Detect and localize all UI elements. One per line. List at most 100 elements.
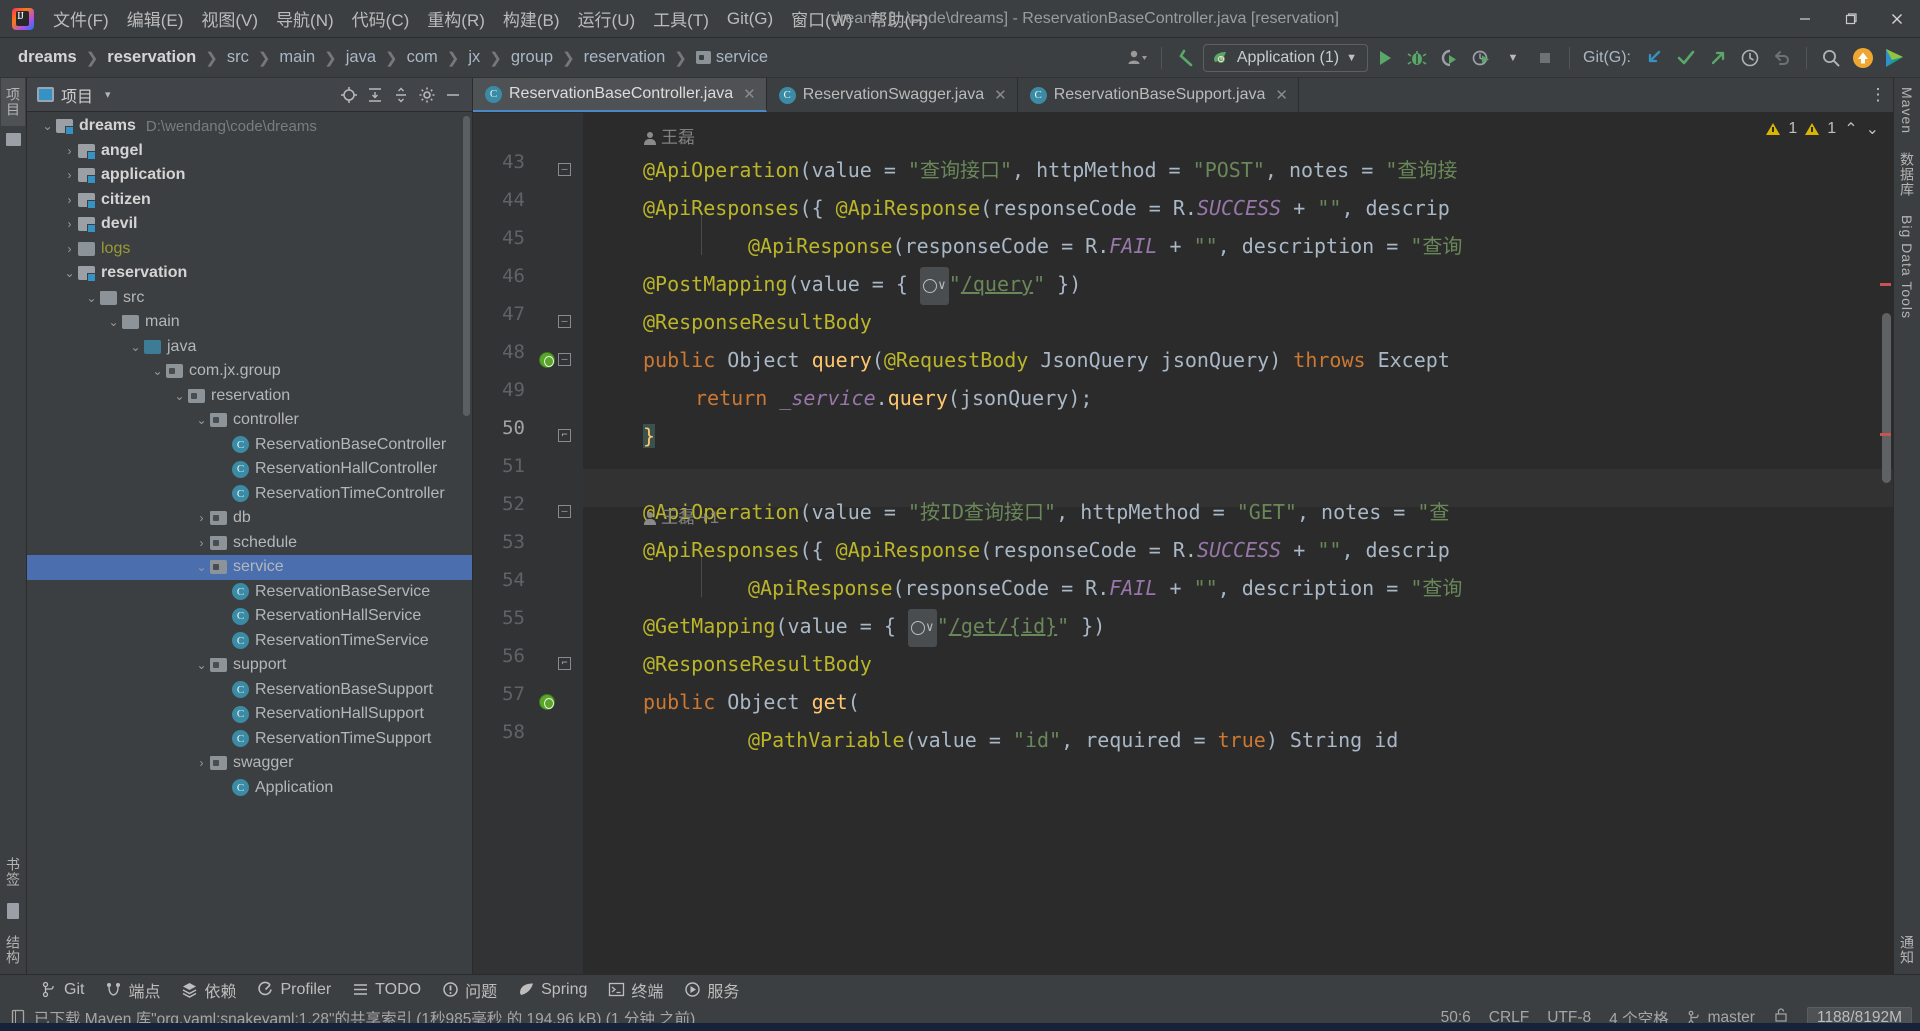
bookmark-icon[interactable] xyxy=(7,903,19,919)
expand-all-icon[interactable] xyxy=(362,83,388,107)
breadcrumb-main[interactable]: main xyxy=(275,46,319,69)
spring-endpoint-gutter-icon[interactable] xyxy=(539,694,555,710)
breadcrumb-java[interactable]: java xyxy=(342,46,380,69)
tree-node-reservationhallsupport[interactable]: C ReservationHallSupport xyxy=(27,702,472,727)
code-folding-toggle[interactable]: – xyxy=(558,505,571,518)
tree-node-application[interactable]: › application xyxy=(27,163,472,188)
tool-window-services[interactable]: 服务 xyxy=(675,975,748,1005)
menu-file[interactable]: 文件(F) xyxy=(44,3,118,34)
chevron-right-icon[interactable]: › xyxy=(61,217,78,231)
chevron-down-icon[interactable]: ⌄ xyxy=(127,340,144,354)
tool-window-tab-bigdatatools[interactable]: Big Data Tools xyxy=(1897,206,1917,328)
tree-node-swagger[interactable]: › swagger xyxy=(27,751,472,776)
tree-node-main[interactable]: ⌄ main xyxy=(27,310,472,335)
editor-tabs-more-icon[interactable]: ⋮ xyxy=(1863,78,1893,112)
tool-window-spring[interactable]: Spring xyxy=(509,978,596,1002)
web-endpoint-icon[interactable]: ∨ xyxy=(907,608,937,647)
run-icon[interactable] xyxy=(1370,44,1400,72)
breadcrumb-group[interactable]: group xyxy=(507,46,557,69)
chevron-down-icon[interactable]: ▼ xyxy=(1498,44,1528,72)
locate-icon[interactable] xyxy=(336,83,362,107)
breadcrumb-com[interactable]: com xyxy=(403,46,442,69)
chevron-right-icon[interactable]: › xyxy=(193,756,210,770)
next-problem-icon[interactable]: ⌄ xyxy=(1866,119,1879,139)
tree-node-devil[interactable]: › devil xyxy=(27,212,472,237)
chevron-down-icon[interactable]: ⌄ xyxy=(193,658,210,672)
profile-icon[interactable] xyxy=(1466,44,1496,72)
chevron-down-icon[interactable]: ⌄ xyxy=(193,560,210,574)
chevron-down-icon[interactable]: ⌄ xyxy=(39,119,56,133)
menu-window[interactable]: 窗口(W) xyxy=(782,3,861,34)
settings-gear-icon[interactable] xyxy=(414,83,440,107)
menu-code[interactable]: 代码(C) xyxy=(343,3,419,34)
hide-panel-icon[interactable] xyxy=(440,83,466,107)
code-folding-toggle[interactable]: – xyxy=(558,315,571,328)
chevron-down-icon[interactable]: ▾ xyxy=(105,88,111,101)
minimize-icon[interactable] xyxy=(1782,0,1828,38)
git-rollback-icon[interactable] xyxy=(1767,44,1797,72)
maximize-icon[interactable] xyxy=(1828,0,1874,38)
error-stripe-mark[interactable] xyxy=(1880,433,1891,436)
tool-window-problems[interactable]: 问题 xyxy=(433,975,506,1005)
tool-window-dependencies[interactable]: 依赖 xyxy=(172,975,245,1005)
tree-node-service[interactable]: ⌄ service xyxy=(27,555,472,580)
close-tab-icon[interactable]: ✕ xyxy=(1275,86,1288,104)
tree-node-reservation[interactable]: ⌄ reservation xyxy=(27,261,472,286)
editor-tab-reservationswagger[interactable]: C ReservationSwagger.java ✕ xyxy=(767,78,1018,112)
spring-endpoint-gutter-icon[interactable] xyxy=(539,352,555,368)
menu-run[interactable]: 运行(U) xyxy=(569,3,645,34)
error-stripe-mark[interactable] xyxy=(1880,283,1891,286)
menu-navigate[interactable]: 导航(N) xyxy=(267,3,343,34)
tool-window-tab-maven[interactable]: Maven xyxy=(1897,78,1917,143)
tool-window-tab-structure[interactable]: 结构 xyxy=(1,926,25,974)
tree-node-java[interactable]: ⌄ java xyxy=(27,335,472,360)
breadcrumb-reservation-pkg[interactable]: reservation xyxy=(580,46,670,69)
commit-icon[interactable] xyxy=(5,133,21,146)
git-update-icon[interactable] xyxy=(1639,44,1669,72)
breadcrumb-jx[interactable]: jx xyxy=(464,46,484,69)
breadcrumb-service[interactable]: service xyxy=(692,46,772,69)
prev-problem-icon[interactable]: ⌃ xyxy=(1844,119,1857,139)
tool-window-git[interactable]: Git xyxy=(32,978,93,1002)
code-folding-toggle[interactable]: ⌐ xyxy=(558,429,571,442)
chevron-down-icon[interactable]: ⌄ xyxy=(83,291,100,305)
tool-window-endpoints[interactable]: 端点 xyxy=(96,975,169,1005)
breadcrumb-dreams[interactable]: dreams xyxy=(14,46,81,69)
tree-node-reservationhallcontroller[interactable]: C ReservationHallController xyxy=(27,457,472,482)
run-configuration-selector[interactable]: Application (1) ▼ xyxy=(1202,43,1368,72)
tree-node-schedule[interactable]: › schedule xyxy=(27,531,472,556)
tree-node-support[interactable]: ⌄ support xyxy=(27,653,472,678)
tree-node-reservationbasecontroller[interactable]: C ReservationBaseController xyxy=(27,433,472,458)
tree-node-reservationbasesupport[interactable]: C ReservationBaseSupport xyxy=(27,678,472,703)
editor-vertical-scrollbar[interactable] xyxy=(1882,313,1891,483)
tool-window-tab-bookmarks[interactable]: 书签 xyxy=(1,848,25,896)
chevron-right-icon[interactable]: › xyxy=(193,536,210,550)
menu-refactor[interactable]: 重构(R) xyxy=(418,3,494,34)
tree-node-reservationtimeservice[interactable]: C ReservationTimeService xyxy=(27,629,472,654)
editor-gutter[interactable]: 43 44 45 46 47 48 49 50 51 52 53 54 55 56 57 58 – – – ⌐ – ⌐ xyxy=(473,113,583,974)
chevron-down-icon[interactable]: ⌄ xyxy=(105,315,122,329)
tool-window-todo[interactable]: TODO xyxy=(343,978,430,1002)
collapse-all-icon[interactable] xyxy=(388,83,414,107)
run-with-coverage-icon[interactable] xyxy=(1434,44,1464,72)
menu-git[interactable]: Git(G) xyxy=(718,6,782,32)
menu-tools[interactable]: 工具(T) xyxy=(644,3,718,34)
code-folding-toggle[interactable]: ⌐ xyxy=(558,657,571,670)
stop-icon[interactable] xyxy=(1530,44,1560,72)
tree-node-reservationtimecontroller[interactable]: C ReservationTimeController xyxy=(27,482,472,507)
tree-node-db[interactable]: › db xyxy=(27,506,472,531)
chevron-right-icon[interactable]: › xyxy=(61,144,78,158)
tool-window-profiler[interactable]: Profiler xyxy=(248,978,340,1002)
tool-window-tab-database[interactable]: 数据库 xyxy=(1895,143,1919,206)
search-icon[interactable] xyxy=(1816,44,1846,72)
editor-tab-reservationbasesupport[interactable]: C ReservationBaseSupport.java ✕ xyxy=(1018,78,1299,112)
user-icon[interactable] xyxy=(1122,44,1152,72)
chevron-right-icon[interactable]: › xyxy=(61,168,78,182)
git-history-icon[interactable] xyxy=(1735,44,1765,72)
chevron-right-icon[interactable]: › xyxy=(193,511,210,525)
menu-view[interactable]: 视图(V) xyxy=(192,3,267,34)
tree-scrollbar[interactable] xyxy=(463,116,470,416)
ide-helper-icon[interactable] xyxy=(1880,44,1910,72)
git-push-icon[interactable] xyxy=(1703,44,1733,72)
tree-node-reservation[interactable]: ⌄ reservation xyxy=(27,384,472,409)
